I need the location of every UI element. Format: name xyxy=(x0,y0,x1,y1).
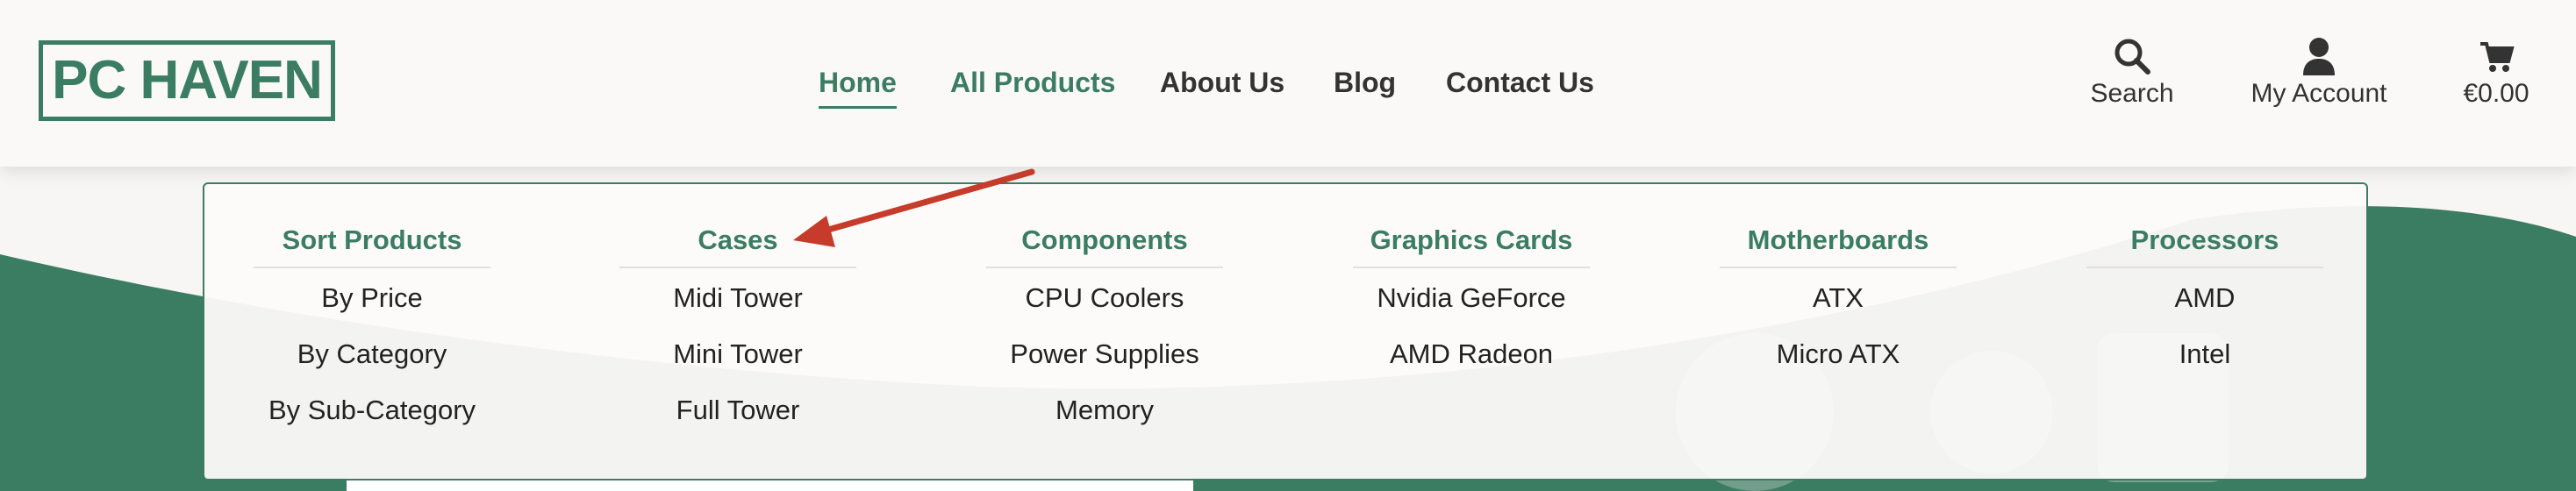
menu-column-components: Components CPU Coolers Power Supplies Me… xyxy=(986,224,1223,438)
cart-icon xyxy=(2480,42,2515,72)
menu-item[interactable]: Nvidia GeForce xyxy=(1353,270,1590,326)
site-logo[interactable]: PC HAVEN xyxy=(39,40,335,121)
search-label: Search xyxy=(2090,79,2174,108)
menu-column-motherboards: Motherboards ATX Micro ATX xyxy=(1720,224,1957,382)
account-button[interactable]: My Account xyxy=(2242,37,2396,109)
menu-item[interactable]: Intel xyxy=(2086,326,2323,382)
menu-item[interactable]: Power Supplies xyxy=(986,326,1223,382)
site-header: PC HAVEN Home All Products About Us Blog… xyxy=(0,0,2576,167)
search-icon xyxy=(2114,39,2150,75)
menu-item[interactable]: AMD Radeon xyxy=(1353,326,1590,382)
menu-item[interactable]: Micro ATX xyxy=(1720,326,1957,382)
menu-heading[interactable]: Cases xyxy=(619,224,856,268)
nav-contact-us[interactable]: Contact Us xyxy=(1446,67,1594,99)
menu-item[interactable]: Memory xyxy=(986,382,1223,438)
cart-total: €0.00 xyxy=(2463,79,2529,108)
cart-button[interactable]: €0.00 xyxy=(2457,37,2536,109)
menu-item[interactable]: By Category xyxy=(254,326,490,382)
products-mega-menu: Sort Products By Price By Category By Su… xyxy=(203,182,2368,480)
menu-item[interactable]: By Sub-Category xyxy=(254,382,490,438)
nav-about-us[interactable]: About Us xyxy=(1160,67,1284,99)
menu-item[interactable]: By Price xyxy=(254,270,490,326)
nav-home[interactable]: Home xyxy=(819,67,897,109)
menu-item[interactable]: Mini Tower xyxy=(619,326,856,382)
nav-all-products[interactable]: All Products xyxy=(950,67,1115,99)
search-button[interactable]: Search xyxy=(2083,37,2181,109)
menu-item[interactable]: CPU Coolers xyxy=(986,270,1223,326)
menu-heading[interactable]: Motherboards xyxy=(1720,224,1957,268)
menu-item[interactable]: Full Tower xyxy=(619,382,856,438)
menu-heading[interactable]: Components xyxy=(986,224,1223,268)
menu-heading[interactable]: Processors xyxy=(2086,224,2323,268)
account-label: My Account xyxy=(2250,79,2387,108)
menu-item[interactable]: AMD xyxy=(2086,270,2323,326)
menu-heading[interactable]: Sort Products xyxy=(254,224,490,268)
menu-column-cases: Cases Midi Tower Mini Tower Full Tower xyxy=(619,224,856,438)
menu-column-graphics-cards: Graphics Cards Nvidia GeForce AMD Radeon xyxy=(1353,224,1590,382)
menu-item[interactable]: ATX xyxy=(1720,270,1957,326)
menu-column-sort-products: Sort Products By Price By Category By Su… xyxy=(254,224,490,438)
menu-heading[interactable]: Graphics Cards xyxy=(1353,224,1590,268)
user-icon xyxy=(2303,38,2335,75)
menu-item[interactable]: Midi Tower xyxy=(619,270,856,326)
menu-column-processors: Processors AMD Intel xyxy=(2086,224,2323,382)
nav-blog[interactable]: Blog xyxy=(1334,67,1396,99)
